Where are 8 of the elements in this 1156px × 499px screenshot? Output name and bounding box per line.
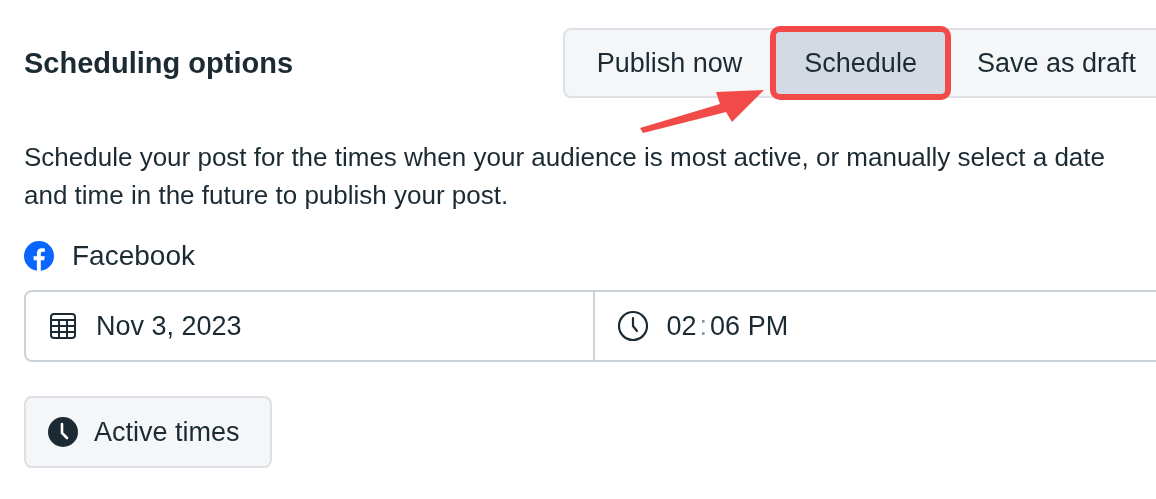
facebook-logo-icon: [24, 241, 54, 271]
description-text: Schedule your post for the times when your audience is most active, or manually select a date and time in the future to publish your post.: [24, 141, 1106, 212]
active-times-button[interactable]: Active times: [24, 396, 272, 468]
clock-icon: [48, 417, 78, 447]
publish-mode-option[interactable]: Publish now: [564, 30, 775, 96]
publish-mode-option[interactable]: Save as draft: [946, 30, 1156, 96]
section-title: Scheduling options: [24, 46, 294, 80]
platform-name: Facebook: [72, 240, 195, 272]
